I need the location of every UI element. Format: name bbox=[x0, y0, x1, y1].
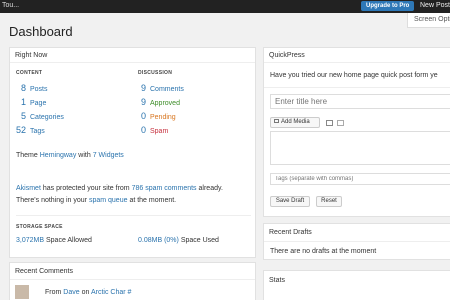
pages-label[interactable]: Page bbox=[30, 100, 46, 107]
content-tags[interactable]: 52 Tags bbox=[14, 125, 45, 135]
quickpress-divider bbox=[264, 87, 450, 88]
storage-used: 0.08MB (0%) Space Used bbox=[138, 237, 219, 244]
theme-name-link[interactable]: Hemingway bbox=[40, 152, 77, 159]
storage-heading: STORAGE SPACE bbox=[16, 224, 63, 230]
tags-count[interactable]: 52 bbox=[14, 125, 26, 135]
pending-label[interactable]: Pending bbox=[150, 114, 176, 121]
add-media-button[interactable]: Add Media bbox=[270, 117, 320, 128]
theme-with: with bbox=[78, 152, 91, 159]
right-now-title: Right Now bbox=[10, 48, 255, 63]
comments-count[interactable]: 9 bbox=[134, 83, 146, 93]
comment-post-link[interactable]: Arctic Char # bbox=[91, 289, 131, 296]
discussion-comments[interactable]: 9 Comments bbox=[134, 83, 184, 93]
no-drafts-message: There are no drafts at the moment bbox=[270, 248, 377, 255]
new-post-link[interactable]: New Post bbox=[420, 2, 450, 9]
queue-prefix: There's nothing in your bbox=[16, 197, 87, 204]
add-media-icon bbox=[274, 119, 279, 124]
screen-options-tab[interactable]: Screen Opti bbox=[407, 13, 450, 28]
akismet-text: has protected your site from bbox=[42, 185, 130, 192]
comment-from: From bbox=[45, 289, 62, 296]
upgrade-to-pro-button[interactable]: Upgrade to Pro bbox=[361, 1, 415, 11]
categories-count[interactable]: 5 bbox=[14, 111, 26, 121]
content-pages[interactable]: 1 Page bbox=[14, 97, 46, 107]
comment-line: From Dave on Arctic Char # bbox=[45, 289, 131, 296]
comment-author-link[interactable]: Dave bbox=[63, 289, 79, 296]
recent-comments-title: Recent Comments bbox=[10, 263, 255, 280]
save-draft-button[interactable]: Save Draft bbox=[270, 196, 310, 207]
posts-label[interactable]: Posts bbox=[30, 86, 48, 93]
posts-count[interactable]: 8 bbox=[14, 83, 26, 93]
recent-drafts-widget: Recent Drafts There are no drafts at the… bbox=[263, 223, 450, 260]
approved-label[interactable]: Approved bbox=[150, 100, 180, 107]
theme-info: Theme Hemingway with 7 Widgets bbox=[16, 152, 124, 159]
quickpress-title: QuickPress bbox=[264, 48, 450, 63]
stats-title: Stats bbox=[269, 277, 285, 284]
insert-gallery-icon[interactable] bbox=[337, 120, 344, 126]
storage-allowed: 3,072MB Space Allowed bbox=[16, 237, 92, 244]
discussion-pending[interactable]: 0 Pending bbox=[134, 111, 176, 121]
content-posts[interactable]: 8 Posts bbox=[14, 83, 48, 93]
content-heading: CONTENT bbox=[16, 70, 43, 76]
discussion-spam[interactable]: 0 Spam bbox=[134, 125, 168, 135]
page-title: Dashboard bbox=[9, 24, 73, 39]
approved-count[interactable]: 9 bbox=[134, 97, 146, 107]
insert-image-icon[interactable] bbox=[326, 120, 333, 126]
comment-on: on bbox=[81, 289, 90, 296]
post-content-textarea[interactable] bbox=[270, 131, 450, 165]
widgets-link[interactable]: 7 Widgets bbox=[93, 152, 124, 159]
avatar bbox=[15, 285, 29, 299]
storage-used-value[interactable]: 0.08MB (0%) bbox=[138, 237, 179, 244]
spam-label[interactable]: Spam bbox=[150, 128, 168, 135]
post-title-input[interactable] bbox=[270, 94, 450, 109]
reset-button[interactable]: Reset bbox=[316, 196, 342, 207]
categories-label[interactable]: Categories bbox=[30, 114, 64, 121]
akismet-line-1: Akismet has protected your site from 786… bbox=[16, 185, 223, 192]
admin-bar: Tou... Upgrade to Pro New Post bbox=[0, 0, 450, 13]
akismet-end: already. bbox=[198, 185, 223, 192]
akismet-link[interactable]: Akismet bbox=[16, 185, 41, 192]
discussion-heading: DISCUSSION bbox=[138, 70, 173, 76]
theme-prefix: Theme bbox=[16, 152, 38, 159]
akismet-line-2: There's nothing in your spam queue at th… bbox=[16, 197, 176, 204]
right-now-widget: Right Now CONTENT DISCUSSION 8 Posts 1 Pag… bbox=[9, 47, 256, 258]
comments-label[interactable]: Comments bbox=[150, 86, 184, 93]
queue-end: at the moment. bbox=[129, 197, 177, 204]
storage-allowed-value[interactable]: 3,072MB bbox=[16, 237, 44, 244]
stats-widget: Stats bbox=[263, 270, 450, 300]
storage-used-label: Space Used bbox=[180, 237, 219, 244]
recent-drafts-title: Recent Drafts bbox=[264, 224, 450, 242]
spam-queue-link[interactable]: spam queue bbox=[89, 197, 128, 204]
spam-comments-link[interactable]: 786 spam comments bbox=[132, 185, 197, 192]
site-name-link[interactable]: Tou... bbox=[2, 2, 19, 9]
quickpress-widget: QuickPress Have you tried our new home p… bbox=[263, 47, 450, 217]
storage-allowed-label: Space Allowed bbox=[45, 237, 92, 244]
discussion-approved[interactable]: 9 Approved bbox=[134, 97, 180, 107]
pages-count[interactable]: 1 bbox=[14, 97, 26, 107]
add-media-label: Add Media bbox=[281, 119, 310, 125]
recent-comments-widget: Recent Comments From Dave on Arctic Char… bbox=[9, 262, 256, 300]
tags-input[interactable] bbox=[270, 173, 450, 185]
storage-divider bbox=[16, 215, 251, 216]
pending-count[interactable]: 0 bbox=[134, 111, 146, 121]
quickpress-notice: Have you tried our new home page quick p… bbox=[270, 72, 438, 79]
content-categories[interactable]: 5 Categories bbox=[14, 111, 64, 121]
tags-label[interactable]: Tags bbox=[30, 128, 45, 135]
spam-count[interactable]: 0 bbox=[134, 125, 146, 135]
